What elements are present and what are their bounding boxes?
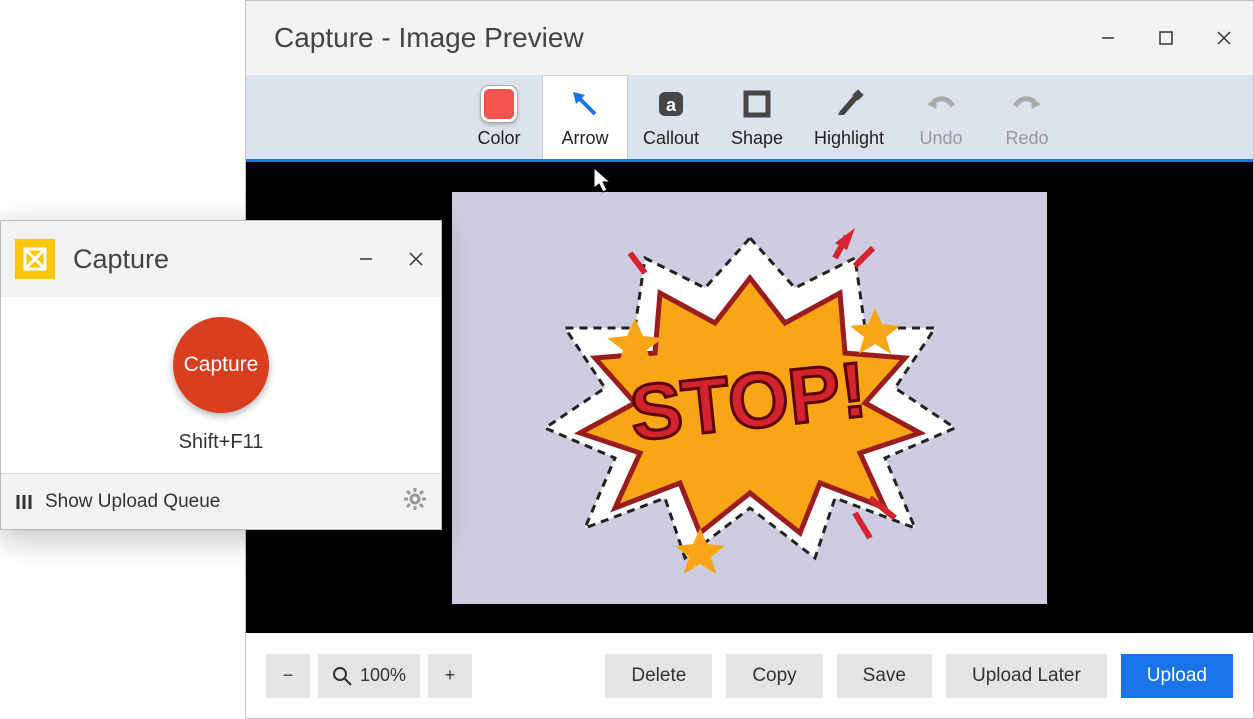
highlight-tool-label: Highlight bbox=[814, 128, 884, 149]
copy-label: Copy bbox=[752, 665, 796, 686]
widget-title: Capture bbox=[73, 244, 341, 275]
undo-icon bbox=[923, 86, 959, 122]
widget-body: Capture Shift+F11 bbox=[1, 297, 441, 473]
highlight-icon bbox=[831, 86, 867, 122]
settings-button[interactable] bbox=[403, 487, 427, 516]
arrow-tool-label: Arrow bbox=[561, 128, 608, 149]
zoom-controls: − 100% + bbox=[266, 654, 480, 698]
minimize-button[interactable] bbox=[1079, 1, 1137, 75]
save-button[interactable]: Save bbox=[837, 654, 932, 698]
bottom-bar: − 100% + Delete Copy Save Upload Later U… bbox=[246, 633, 1253, 718]
gear-icon bbox=[403, 487, 427, 511]
arrow-tool[interactable]: Arrow bbox=[542, 75, 628, 159]
zoom-level-label: 100% bbox=[360, 665, 406, 686]
zoom-out-button[interactable]: − bbox=[266, 654, 310, 698]
capture-button-label: Capture bbox=[184, 353, 259, 377]
widget-bottom-bar: Show Upload Queue bbox=[1, 473, 441, 529]
redo-button[interactable]: Redo bbox=[984, 75, 1070, 159]
color-tool[interactable]: Color bbox=[456, 75, 542, 159]
delete-label: Delete bbox=[631, 665, 686, 686]
capture-shortcut-label: Shift+F11 bbox=[179, 431, 264, 454]
svg-text:a: a bbox=[666, 95, 677, 115]
color-tool-label: Color bbox=[477, 128, 520, 149]
upload-later-label: Upload Later bbox=[972, 665, 1081, 686]
color-swatch-icon bbox=[481, 86, 517, 122]
widget-minimize-button[interactable] bbox=[341, 221, 391, 297]
show-upload-queue-button[interactable]: Show Upload Queue bbox=[15, 491, 403, 513]
upload-later-button[interactable]: Upload Later bbox=[946, 654, 1107, 698]
save-label: Save bbox=[863, 665, 906, 686]
widget-titlebar: Capture bbox=[1, 221, 441, 297]
shape-tool[interactable]: Shape bbox=[714, 75, 800, 159]
arrow-icon bbox=[567, 86, 603, 122]
shape-icon bbox=[739, 86, 775, 122]
callout-tool-label: Callout bbox=[643, 128, 699, 149]
redo-icon bbox=[1009, 86, 1045, 122]
zoom-in-button[interactable]: + bbox=[428, 654, 472, 698]
preview-title: Capture - Image Preview bbox=[274, 22, 1079, 54]
shape-tool-label: Shape bbox=[731, 128, 783, 149]
app-logo-icon bbox=[15, 239, 55, 279]
zoom-in-label: + bbox=[445, 665, 456, 686]
widget-close-button[interactable] bbox=[391, 221, 441, 297]
capture-button[interactable]: Capture bbox=[173, 317, 269, 413]
capture-widget-window: Capture Capture Shift+F11 Show Upload Qu… bbox=[0, 220, 442, 530]
editor-toolbar: Color Arrow a Callout Shape Highlight bbox=[246, 75, 1253, 162]
undo-button[interactable]: Undo bbox=[898, 75, 984, 159]
queue-label: Show Upload Queue bbox=[45, 491, 220, 513]
upload-button[interactable]: Upload bbox=[1121, 654, 1233, 698]
maximize-button[interactable] bbox=[1137, 1, 1195, 75]
undo-label: Undo bbox=[919, 128, 962, 149]
callout-icon: a bbox=[653, 86, 689, 122]
copy-button[interactable]: Copy bbox=[726, 654, 822, 698]
delete-button[interactable]: Delete bbox=[605, 654, 712, 698]
upload-label: Upload bbox=[1147, 665, 1207, 686]
preview-titlebar: Capture - Image Preview bbox=[246, 1, 1253, 75]
preview-image: STOP! bbox=[452, 192, 1047, 604]
stop-sticker-graphic: STOP! bbox=[535, 218, 965, 578]
zoom-level-button[interactable]: 100% bbox=[318, 654, 420, 698]
zoom-out-label: − bbox=[283, 665, 294, 686]
queue-icon bbox=[15, 492, 35, 512]
magnifier-icon bbox=[332, 666, 352, 686]
highlight-tool[interactable]: Highlight bbox=[800, 75, 898, 159]
redo-label: Redo bbox=[1005, 128, 1048, 149]
close-button[interactable] bbox=[1195, 1, 1253, 75]
callout-tool[interactable]: a Callout bbox=[628, 75, 714, 159]
